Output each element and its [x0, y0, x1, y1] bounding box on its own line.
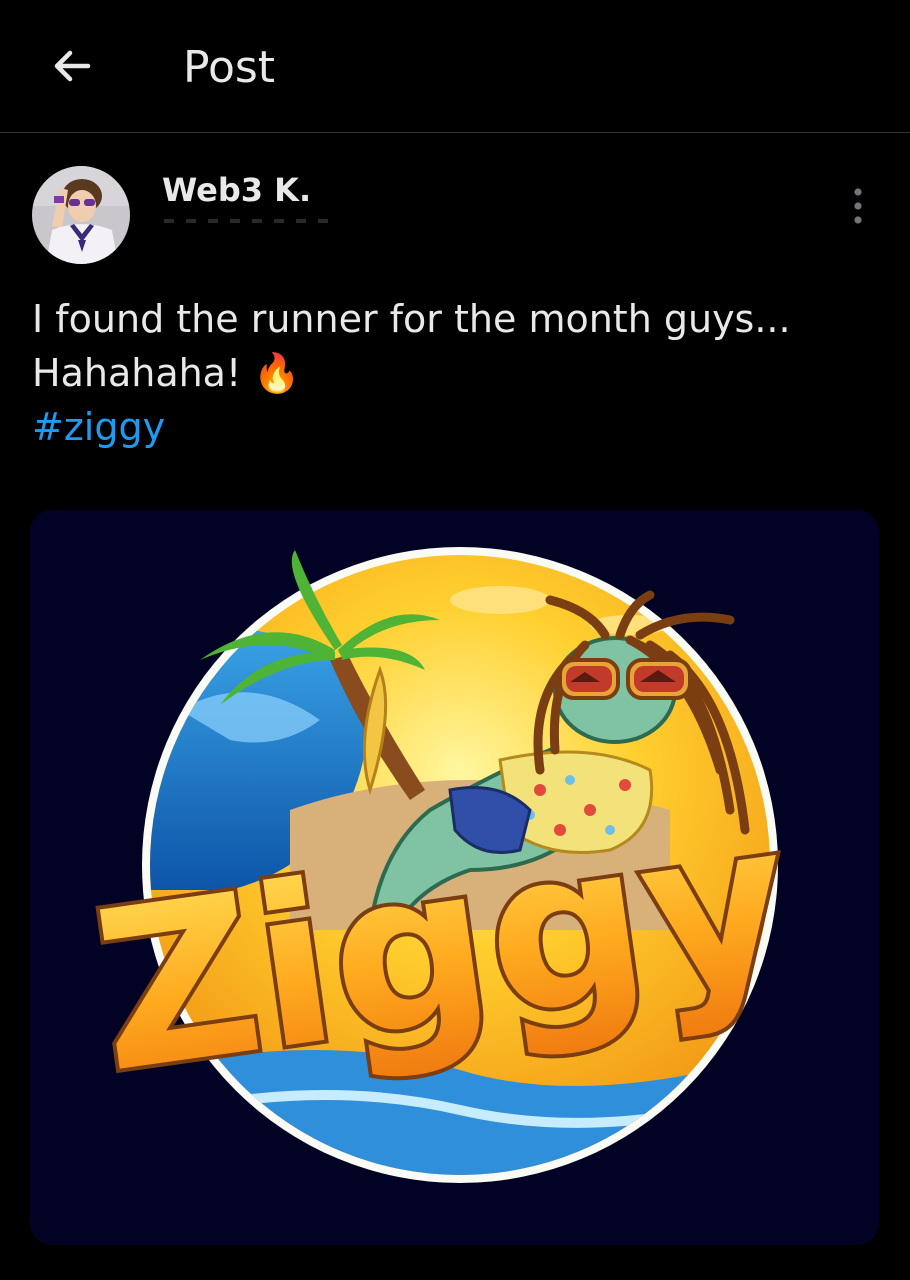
author-display-name[interactable]: Web3 K.	[162, 168, 311, 212]
post-text-line-2: Hahahaha! 🔥	[32, 351, 301, 395]
arrow-left-icon	[54, 50, 91, 82]
page-title: Post	[183, 42, 276, 93]
author-handle-redacted	[164, 219, 340, 223]
back-button[interactable]	[40, 36, 104, 96]
more-options-button[interactable]	[838, 186, 878, 226]
fire-emoji-icon: 🔥	[253, 351, 301, 395]
avatar[interactable]	[32, 166, 130, 264]
post-image[interactable]: Ziggy	[30, 510, 879, 1245]
post-text: I found the runner for the month guys...…	[32, 292, 892, 454]
more-vertical-icon	[854, 188, 862, 224]
hashtag-link[interactable]: #ziggy	[32, 400, 892, 454]
top-bar: Post	[0, 0, 910, 133]
post-text-line-1: I found the runner for the month guys...	[32, 297, 791, 341]
